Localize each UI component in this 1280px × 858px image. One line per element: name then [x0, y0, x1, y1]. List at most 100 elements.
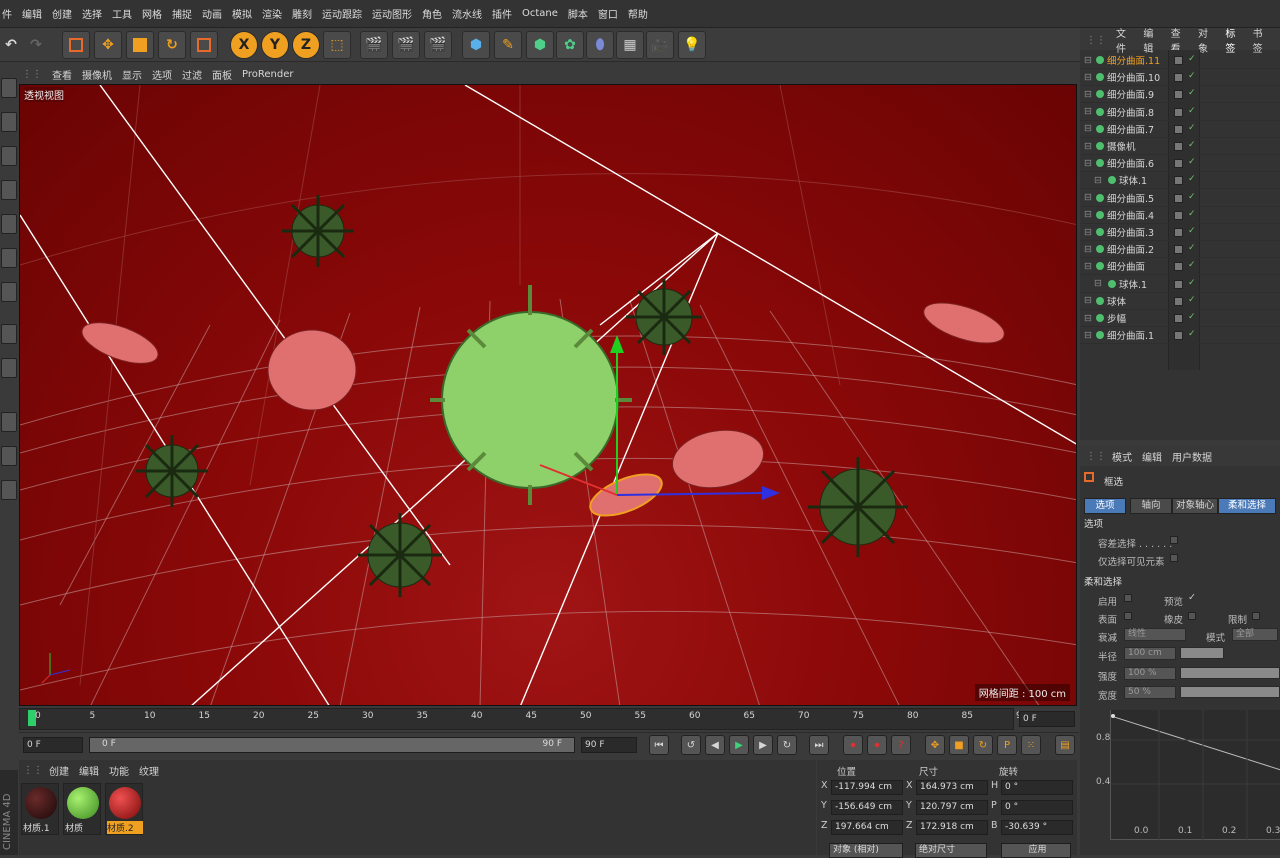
expand-icon[interactable]: ⊟	[1084, 141, 1092, 152]
prev-key-icon[interactable]: ↺	[681, 735, 701, 755]
limit-checkbox[interactable]	[1252, 612, 1260, 620]
rotation-field[interactable]: -30.639 °	[1001, 820, 1073, 835]
lock-workplane-icon[interactable]	[1, 446, 17, 466]
enabled-check-icon[interactable]: ✓	[1188, 140, 1196, 150]
coordinate-system-icon[interactable]: ⬚	[323, 31, 351, 59]
viewport-menu-item[interactable]: 显示	[122, 67, 142, 82]
layer-checkbox[interactable]	[1174, 228, 1183, 237]
key-param-icon[interactable]: P	[997, 735, 1017, 755]
enabled-check-icon[interactable]: ✓	[1188, 54, 1196, 64]
menu-item[interactable]: 流水线	[452, 6, 482, 21]
object-row[interactable]: ⊟ 细分曲面 ✓	[1080, 258, 1280, 276]
expand-icon[interactable]: ⊟	[1084, 330, 1092, 341]
enabled-check-icon[interactable]: ✓	[1188, 88, 1196, 98]
enabled-check-icon[interactable]: ✓	[1188, 226, 1196, 236]
menu-item[interactable]: 插件	[492, 6, 512, 21]
object-row[interactable]: ⊟ 球体.1 ✓	[1080, 172, 1280, 190]
render-picture-viewer-icon[interactable]: 🎬	[392, 31, 420, 59]
live-selection-icon[interactable]	[62, 31, 90, 59]
x-axis-lock-icon[interactable]: X	[230, 31, 258, 59]
strength-field[interactable]: 100 %	[1124, 667, 1176, 680]
layer-checkbox[interactable]	[1174, 193, 1183, 203]
menu-item[interactable]: 件	[2, 6, 12, 21]
object-row[interactable]: ⊟ 细分曲面.11 ✓	[1080, 52, 1280, 69]
expand-icon[interactable]: ⊟	[1084, 261, 1092, 272]
object-menu-item[interactable]: 编辑	[1143, 25, 1160, 55]
falloff-graph[interactable]	[1110, 710, 1280, 840]
expand-icon[interactable]: ⊟	[1084, 158, 1092, 169]
layer-checkbox[interactable]	[1174, 56, 1183, 65]
object-row[interactable]: ⊟ 细分曲面.5 ✓	[1080, 190, 1280, 207]
menu-item[interactable]: 帮助	[628, 6, 648, 21]
edges-mode-icon[interactable]	[1, 248, 17, 268]
rotate-icon[interactable]: ↻	[158, 31, 186, 59]
layer-checkbox[interactable]	[1174, 210, 1183, 220]
expand-icon[interactable]: ⊟	[1084, 106, 1092, 117]
mode-dropdown[interactable]: 全部	[1232, 628, 1278, 641]
object-row[interactable]: ⊟ 细分曲面.6 ✓	[1080, 155, 1280, 173]
goto-end-icon[interactable]: ⏭	[809, 735, 829, 755]
goto-start-icon[interactable]: ⏮	[649, 735, 669, 755]
camera-icon[interactable]: 🎥	[646, 31, 674, 59]
viewport-menu-item[interactable]: 选项	[152, 67, 172, 82]
move-icon[interactable]: ✥	[94, 31, 122, 59]
enabled-check-icon[interactable]: ✓	[1188, 71, 1196, 81]
deformer-icon[interactable]: ⬮	[586, 31, 614, 59]
object-row[interactable]: ⊟ 细分曲面.4 ✓	[1080, 207, 1280, 224]
record-icon[interactable]: ⏺	[843, 735, 863, 755]
enabled-check-icon[interactable]: ✓	[1188, 329, 1196, 339]
position-field[interactable]: 197.664 cm	[831, 820, 903, 835]
redo-icon[interactable]: ↷	[24, 31, 48, 59]
layer-checkbox[interactable]	[1174, 296, 1183, 306]
menu-item[interactable]: 编辑	[22, 6, 42, 21]
object-row[interactable]: ⊟ 细分曲面.8 ✓	[1080, 104, 1280, 121]
object-row[interactable]: ⊟ 细分曲面.10 ✓	[1080, 69, 1280, 87]
layer-checkbox[interactable]	[1174, 73, 1183, 83]
viewport-menu-item[interactable]: 过滤	[182, 67, 202, 82]
menu-item[interactable]: 渲染	[262, 6, 282, 21]
undo-icon[interactable]: ↶	[0, 31, 22, 59]
cloner-icon[interactable]: ✿	[556, 31, 584, 59]
layer-checkbox[interactable]	[1174, 314, 1183, 323]
mat-menu-function[interactable]: 功能	[109, 763, 129, 778]
object-row[interactable]: ⊟ 细分曲面.9 ✓	[1080, 86, 1280, 104]
menu-item[interactable]: 捕捉	[172, 6, 192, 21]
scale-icon[interactable]	[126, 31, 154, 59]
menu-item[interactable]: 脚本	[568, 6, 588, 21]
tab-object-axis[interactable]: 对象轴心	[1172, 498, 1218, 514]
object-menu-item[interactable]: 文件	[1116, 25, 1133, 55]
render-view-icon[interactable]: 🎬	[360, 31, 388, 59]
object-row[interactable]: ⊟ 摄像机 ✓	[1080, 138, 1280, 155]
menu-item[interactable]: 窗口	[598, 6, 618, 21]
tweak-mode-icon[interactable]	[1, 358, 17, 378]
visible-only-checkbox[interactable]	[1170, 554, 1178, 562]
expand-icon[interactable]: ⊟	[1084, 123, 1092, 134]
material-swatch[interactable]: 材质	[63, 783, 101, 835]
menu-item[interactable]: 创建	[52, 6, 72, 21]
render-settings-icon[interactable]: 🎬	[424, 31, 452, 59]
layer-checkbox[interactable]	[1174, 124, 1183, 134]
tolerant-select-checkbox[interactable]	[1170, 536, 1178, 544]
subdivision-surface-icon[interactable]: ⬢	[526, 31, 554, 59]
rotation-field[interactable]: 0 °	[1001, 780, 1073, 795]
menu-item[interactable]: 动画	[202, 6, 222, 21]
strength-slider[interactable]	[1180, 667, 1280, 679]
axis-mode-icon[interactable]	[1, 324, 17, 344]
expand-icon[interactable]: ⊟	[1094, 175, 1102, 186]
enabled-check-icon[interactable]: ✓	[1188, 295, 1196, 305]
autokey-icon[interactable]: ⏺	[867, 735, 887, 755]
enable-checkbox[interactable]	[1124, 594, 1132, 602]
object-row[interactable]: ⊟ 细分曲面.3 ✓	[1080, 224, 1280, 241]
key-pla-icon[interactable]: ⁙	[1021, 735, 1041, 755]
position-field[interactable]: -156.649 cm	[831, 800, 903, 815]
object-row[interactable]: ⊟ 细分曲面.2 ✓	[1080, 241, 1280, 259]
object-row[interactable]: ⊟ 步幅 ✓	[1080, 310, 1280, 327]
workplane-mode-icon[interactable]	[1, 180, 17, 200]
start-frame-field[interactable]: 0 F	[23, 737, 83, 753]
expand-icon[interactable]: ⊟	[1084, 227, 1092, 238]
size-mode-dropdown[interactable]: 绝对尺寸	[915, 843, 987, 858]
apply-button[interactable]: 应用	[1001, 843, 1071, 858]
cube-primitive-icon[interactable]: ⬢	[462, 31, 490, 59]
mat-menu-texture[interactable]: 纹理	[139, 763, 159, 778]
coord-mode-dropdown[interactable]: 对象 (相对)	[829, 843, 903, 858]
